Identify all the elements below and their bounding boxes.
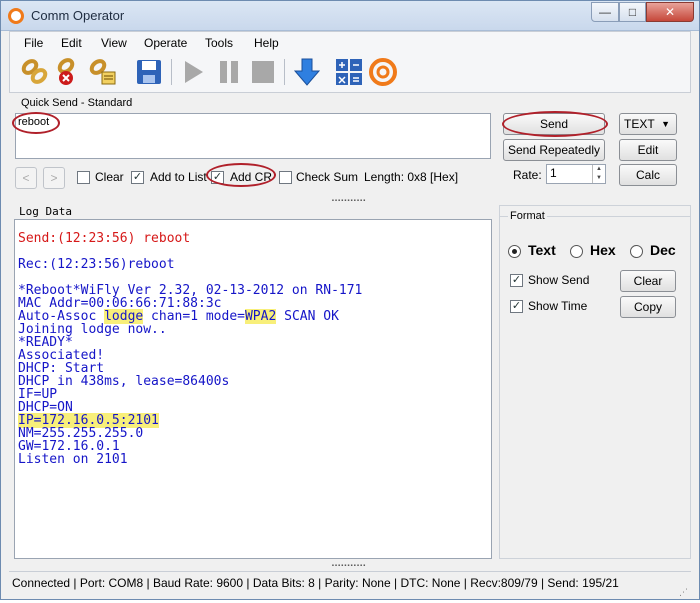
save-icon[interactable] (134, 57, 164, 87)
toolbar-separator (284, 59, 285, 85)
play-icon[interactable] (178, 57, 208, 87)
show-send-checkbox[interactable]: ✓ (510, 274, 523, 287)
connect-icon[interactable] (20, 57, 50, 87)
log-line: DHCP in 438ms, lease=86400s (18, 374, 230, 389)
highlight-mode: WPA2 (244, 309, 277, 324)
format-hex-label: Hex (590, 242, 616, 258)
clear-log-button[interactable]: Clear (620, 270, 676, 292)
add-cr-checkbox[interactable]: ✓ (211, 171, 224, 184)
toolbar-separator (171, 59, 172, 85)
menu-help[interactable]: Help (254, 36, 279, 50)
log-output[interactable]: Send:(12:23:56) reboot Rec:(12:23:56)reb… (14, 219, 492, 559)
show-time-checkbox[interactable]: ✓ (510, 300, 523, 313)
horizontal-splitter[interactable]: ▪▪▪▪▪▪▪▪▪▪▪ (9, 198, 691, 204)
close-button[interactable]: ✕ (646, 2, 694, 22)
rate-label: Rate: (513, 168, 542, 182)
download-icon[interactable] (292, 57, 322, 87)
format-label: Format (508, 210, 547, 222)
properties-icon[interactable] (88, 57, 118, 87)
add-to-list-checkbox-label: Add to List (150, 170, 207, 184)
send-repeatedly-button[interactable]: Send Repeatedly (503, 139, 605, 161)
resize-grip-icon[interactable]: ⋰ (679, 581, 691, 597)
show-time-label: Show Time (528, 299, 588, 313)
chevron-down-icon: ▼ (661, 119, 670, 129)
format-dec-radio[interactable] (630, 245, 643, 258)
menu-edit[interactable]: Edit (61, 36, 82, 50)
app-logo-icon (8, 8, 24, 24)
check-sum-checkbox[interactable] (279, 171, 292, 184)
log-send-line: Send:(12:23:56) reboot (18, 231, 191, 246)
status-text: Connected | Port: COM8 | Baud Rate: 9600… (12, 576, 619, 590)
status-bar: Connected | Port: COM8 | Baud Rate: 9600… (9, 571, 691, 597)
send-text-input[interactable]: reboot (15, 113, 491, 159)
show-send-label: Show Send (528, 273, 590, 287)
quick-send-label: Quick Send - Standard (21, 97, 133, 109)
log-options-panel: Format Text Hex Dec ✓ Show Send Clear ✓ … (499, 205, 691, 559)
calculator-icon[interactable] (334, 57, 364, 87)
horizontal-splitter[interactable]: ▪▪▪▪▪▪▪▪▪▪▪ (9, 563, 691, 569)
stop-icon[interactable] (248, 57, 278, 87)
mode-select[interactable]: TEXT ▼ (619, 113, 677, 135)
format-group: Text Hex Dec (500, 216, 690, 266)
log-rec-line: Rec:(12:23:56)reboot (18, 257, 175, 272)
toolbar (9, 53, 691, 93)
send-button[interactable]: Send (503, 113, 605, 135)
clear-checkbox[interactable] (77, 171, 90, 184)
maximize-button[interactable]: □ (619, 2, 646, 22)
log-line: IF=UP (18, 387, 58, 402)
pause-icon[interactable] (214, 57, 244, 87)
calc-button[interactable]: Calc (619, 164, 677, 186)
log-data-label: Log Data (19, 205, 72, 218)
rate-value: 1 (550, 166, 557, 180)
clear-checkbox-label: Clear (95, 170, 124, 184)
menu-file[interactable]: File (24, 36, 43, 50)
format-text-label: Text (528, 242, 556, 258)
minimize-button[interactable]: — (591, 2, 619, 22)
rate-spinner[interactable]: ▲ ▼ (592, 165, 605, 183)
previous-button[interactable]: < (15, 167, 37, 189)
log-line: Listen on 2101 (18, 452, 128, 467)
log-line: Joining lodge now.. (18, 322, 167, 337)
check-sum-checkbox-label: Check Sum (296, 170, 359, 184)
add-cr-checkbox-label: Add CR (230, 170, 273, 184)
edit-button[interactable]: Edit (619, 139, 677, 161)
rate-input[interactable]: 1 ▲ ▼ (546, 164, 606, 184)
title-bar[interactable]: Comm Operator — □ ✕ (1, 1, 699, 31)
app-logo-icon[interactable] (368, 57, 398, 87)
mode-value: TEXT (624, 117, 655, 131)
next-button[interactable]: > (43, 167, 65, 189)
menu-tools[interactable]: Tools (205, 36, 233, 50)
disconnect-icon[interactable] (54, 57, 84, 87)
menu-view[interactable]: View (101, 36, 127, 50)
format-hex-radio[interactable] (570, 245, 583, 258)
length-indicator: Length: 0x8 [Hex] (364, 170, 459, 184)
quick-send-panel: Quick Send - Standard reboot Send Send R… (9, 97, 691, 197)
app-window: Comm Operator — □ ✕ File Edit View Opera… (0, 0, 700, 600)
window-title: Comm Operator (31, 8, 125, 23)
format-dec-label: Dec (650, 242, 676, 258)
format-text-radio[interactable] (508, 245, 521, 258)
copy-log-button[interactable]: Copy (620, 296, 676, 318)
menu-operate[interactable]: Operate (144, 36, 187, 50)
menu-bar: File Edit View Operate Tools Help (9, 31, 691, 53)
add-to-list-checkbox[interactable]: ✓ (131, 171, 144, 184)
